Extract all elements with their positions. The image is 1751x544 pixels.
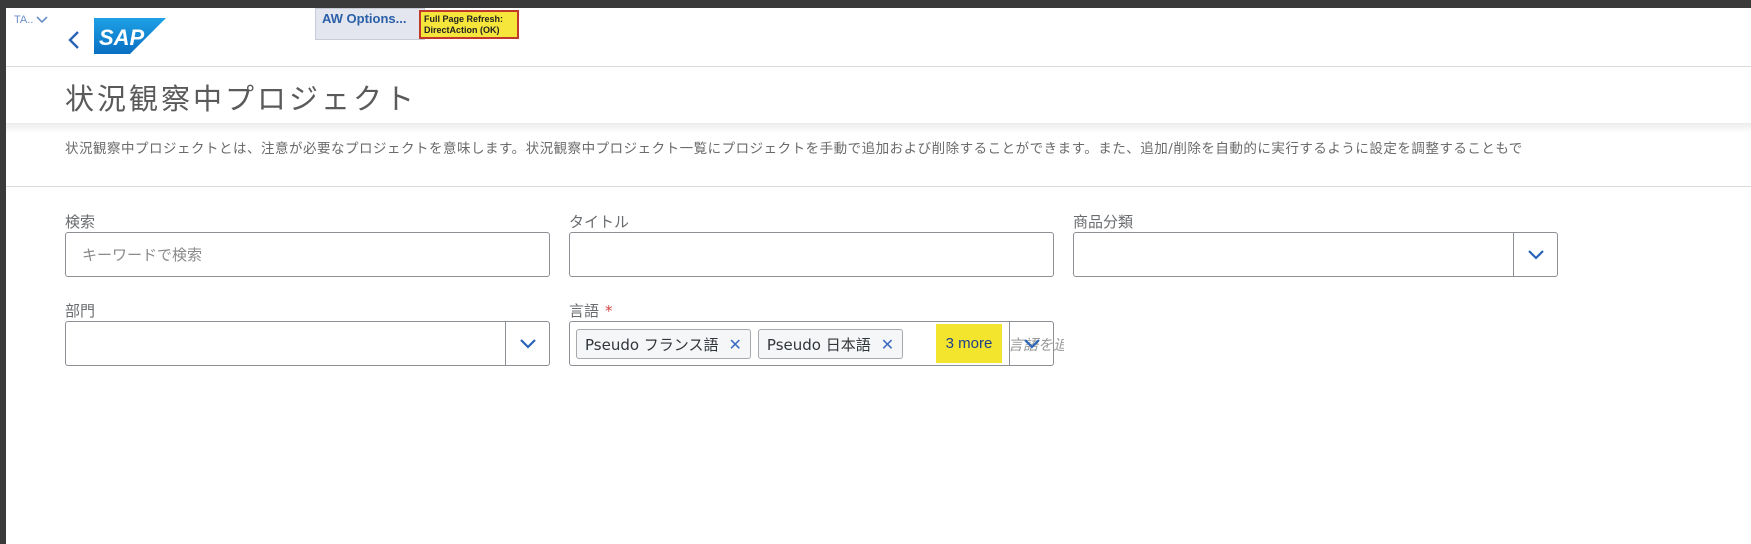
chevron-down-icon [519,338,536,349]
language-token[interactable]: Pseudo フランス語 ✕ [576,329,751,359]
description-divider [6,186,1751,187]
close-icon[interactable]: ✕ [729,335,742,354]
language-label-group: 言語 * [569,300,613,321]
ta-menu[interactable]: TA.. [14,14,49,26]
product-category-label: 商品分類 [1073,213,1134,231]
more-tokens-indicator[interactable]: 3 more [936,324,1002,363]
department-dropdown-button[interactable] [505,322,549,365]
product-category-input[interactable] [1074,233,1514,276]
header-divider [6,66,1751,67]
chevron-down-icon [1527,249,1544,260]
window-frame-top [0,0,1751,8]
shell-header: TA.. SAP AW Options... Full Page Refresh… [6,8,1751,66]
language-token[interactable]: Pseudo 日本語 ✕ [757,329,904,359]
language-tokens: Pseudo フランス語 ✕ Pseudo 日本語 ✕ [576,329,904,359]
language-multicombobox: Pseudo フランス語 ✕ Pseudo 日本語 ✕ 3 more 言語を追 [569,321,1064,366]
chevron-down-icon [1023,338,1040,349]
page: TA.. SAP AW Options... Full Page Refresh… [6,8,1751,544]
chevron-left-icon [68,31,79,49]
svg-text:SAP: SAP [99,25,145,50]
search-field [65,232,550,277]
title-input[interactable] [570,233,1053,276]
full-page-refresh-badge: Full Page Refresh: DirectAction (OK) [419,10,519,39]
search-input[interactable] [66,233,549,276]
product-category-combobox [1073,232,1558,277]
sap-logo[interactable]: SAP [94,18,166,54]
title-label: タイトル [569,213,630,231]
required-marker: * [605,302,613,320]
ta-menu-label: TA.. [14,14,34,26]
department-combobox [65,321,550,366]
product-category-dropdown-button[interactable] [1513,233,1557,276]
page-title: 状況観察中プロジェクト [65,82,418,116]
page-description: 状況観察中プロジェクトとは、注意が必要なプロジェクトを意味します。状況観察中プロ… [65,141,1523,157]
title-field [569,232,1054,277]
department-label: 部門 [65,302,96,320]
language-dropdown-button[interactable] [1009,322,1053,365]
token-text: Pseudo 日本語 [766,335,871,354]
aw-options-button[interactable]: AW Options... [315,8,425,40]
language-label: 言語 [569,302,600,320]
token-text: Pseudo フランス語 [585,335,719,354]
department-input[interactable] [66,322,506,365]
refresh-badge-line2: DirectAction (OK) [424,25,500,35]
chevron-down-icon [36,16,48,24]
close-icon[interactable]: ✕ [881,335,894,354]
refresh-badge-line1: Full Page Refresh: [424,14,504,24]
back-button[interactable] [62,28,86,52]
title-shadow [6,123,1751,133]
search-label: 検索 [65,213,96,231]
sap-logo-icon: SAP [94,18,166,54]
